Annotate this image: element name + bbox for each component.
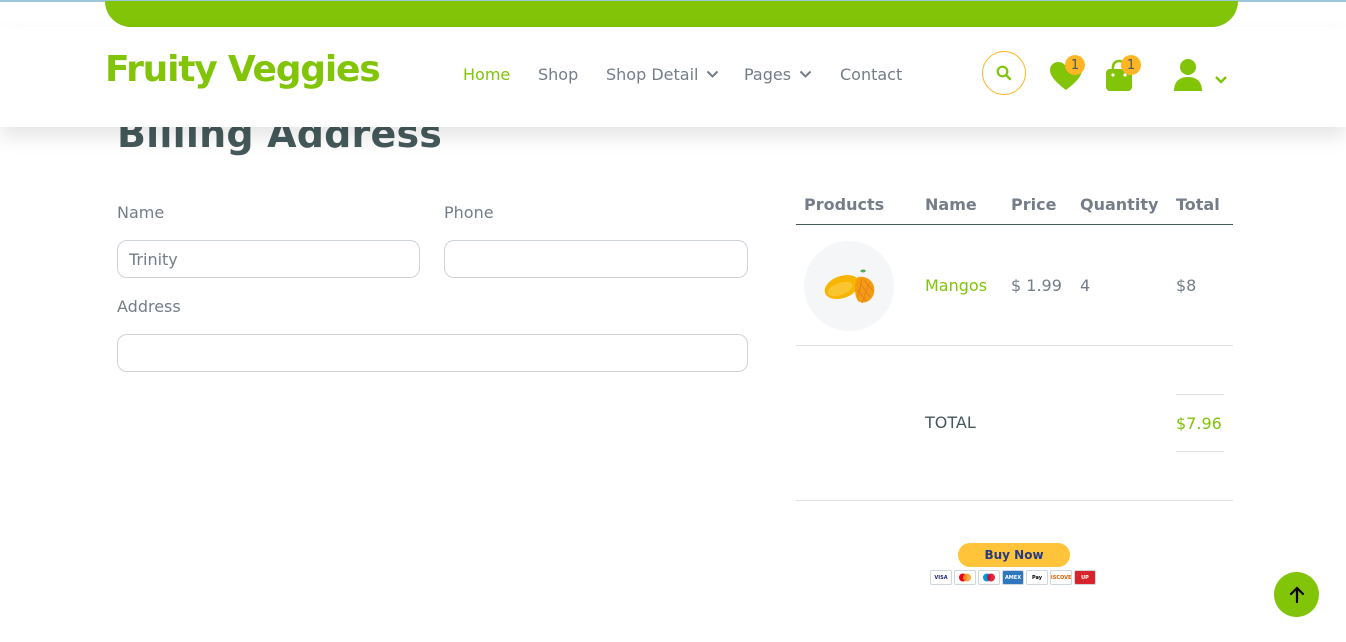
- discover-icon: DISCOVER: [1050, 570, 1072, 585]
- nav-shop[interactable]: Shop: [538, 65, 578, 84]
- nav-shop-detail[interactable]: Shop Detail: [606, 65, 719, 84]
- nav-pages[interactable]: Pages: [744, 65, 812, 84]
- nav-pages-label: Pages: [744, 65, 792, 84]
- phone-input[interactable]: [444, 240, 748, 278]
- name-input[interactable]: [117, 240, 420, 278]
- col-header-price: Price: [1011, 195, 1057, 214]
- navbar: Fruity Veggies Home Shop Shop Detail Pag…: [0, 27, 1346, 127]
- topbar: [105, 1, 1238, 27]
- nav-contact[interactable]: Contact: [840, 65, 902, 84]
- total-bottom-divider: [1176, 451, 1224, 452]
- col-header-quantity: Quantity: [1080, 195, 1159, 214]
- search-button[interactable]: [982, 51, 1026, 95]
- chevron-down-icon: [799, 70, 812, 78]
- address-label: Address: [117, 297, 181, 316]
- col-header-name: Name: [925, 195, 977, 214]
- total-label: TOTAL: [925, 413, 976, 432]
- total-top-divider: [1176, 394, 1224, 395]
- wishlist-count-badge: 1: [1065, 55, 1085, 75]
- total-value: $7.96: [1176, 414, 1222, 433]
- nav-contact-label: Contact: [840, 65, 903, 84]
- table-bottom-divider: [796, 500, 1233, 501]
- chevron-down-icon: [707, 70, 719, 78]
- address-input[interactable]: [117, 334, 748, 372]
- product-quantity: 4: [1080, 276, 1091, 295]
- buy-now-button[interactable]: Buy Now: [958, 543, 1070, 567]
- mastercard-icon: [954, 570, 976, 585]
- nav-shop-label: Shop: [538, 65, 579, 84]
- wishlist-button[interactable]: 1: [1049, 55, 1089, 93]
- cart-count-badge: 1: [1121, 55, 1141, 75]
- unionpay-icon: UP: [1074, 570, 1096, 585]
- phone-label: Phone: [444, 203, 494, 222]
- account-button[interactable]: [1172, 57, 1232, 93]
- nav-home-label: Home: [463, 65, 511, 84]
- product-price: $ 1.99: [1011, 276, 1062, 295]
- product-total: $8: [1176, 276, 1197, 295]
- chevron-down-icon: [1215, 76, 1227, 84]
- back-to-top-button[interactable]: [1274, 572, 1319, 617]
- nav-shop-detail-label: Shop Detail: [606, 65, 699, 84]
- row-divider: [796, 345, 1233, 346]
- user-icon: [1174, 59, 1202, 91]
- apple-pay-icon: Pay: [1026, 570, 1048, 585]
- table-header-divider: [796, 224, 1233, 225]
- arrow-up-icon: [1289, 585, 1304, 603]
- visa-icon: VISA: [930, 570, 952, 585]
- col-header-products: Products: [804, 195, 885, 214]
- brand-logo[interactable]: Fruity Veggies: [105, 49, 381, 90]
- mango-image: [804, 241, 894, 331]
- payment-cards: VISA AMEX Pay DISCOVER UP: [930, 570, 1096, 585]
- product-name-link[interactable]: Mangos: [925, 276, 987, 295]
- col-header-total: Total: [1176, 195, 1220, 214]
- cart-button[interactable]: 1: [1104, 55, 1144, 93]
- name-label: Name: [117, 203, 165, 222]
- amex-icon: AMEX: [1002, 570, 1024, 585]
- search-icon: [996, 65, 1012, 81]
- nav-home[interactable]: Home: [463, 65, 510, 84]
- maestro-icon: [978, 570, 1000, 585]
